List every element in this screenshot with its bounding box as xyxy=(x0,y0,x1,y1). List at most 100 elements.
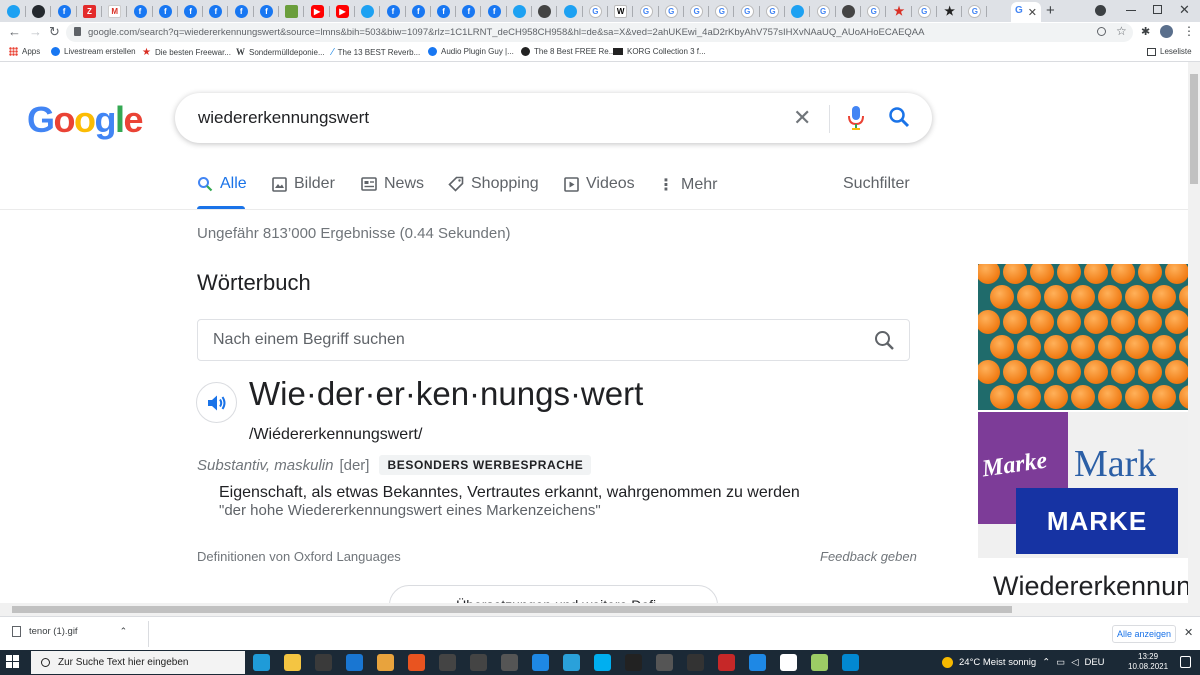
scrollbar-thumb[interactable] xyxy=(12,606,1012,613)
search-tools-button[interactable]: Suchfilter xyxy=(843,175,910,193)
close-window-icon[interactable]: ✕ xyxy=(1179,2,1190,18)
bookmark-audio-plugin-guy[interactable]: Audio Plugin Guy |... xyxy=(428,47,514,56)
tab-mehr[interactable]: ⋮ Mehr xyxy=(658,175,717,195)
chrome-icon[interactable] xyxy=(377,654,394,671)
browser-tab[interactable]: f xyxy=(432,2,455,20)
app-icon[interactable] xyxy=(842,654,859,671)
feedback-link[interactable]: Feedback geben xyxy=(820,549,917,564)
browser-tab[interactable]: G xyxy=(660,2,683,20)
search-input[interactable]: wiedererkennungswert xyxy=(198,108,369,128)
scrollbar-thumb[interactable] xyxy=(1190,74,1198,184)
reading-list[interactable]: Leseliste xyxy=(1147,47,1192,56)
tab-bilder[interactable]: Bilder xyxy=(272,175,335,193)
browser-tab[interactable] xyxy=(280,2,303,20)
browser-tab[interactable]: f xyxy=(53,2,76,20)
telegram-icon[interactable] xyxy=(563,654,580,671)
app-icon[interactable] xyxy=(439,654,456,671)
browser-tab[interactable]: ★ xyxy=(888,2,911,20)
download-item[interactable]: tenor (1).gif ⌃ xyxy=(12,626,127,637)
horizontal-scrollbar[interactable] xyxy=(0,603,1200,616)
tab-shopping[interactable]: Shopping xyxy=(448,175,539,193)
active-tab[interactable]: G ✕ xyxy=(1011,2,1041,22)
browser-tab[interactable] xyxy=(356,2,379,20)
google-logo[interactable]: Google xyxy=(27,99,144,141)
bookmark-freeware[interactable]: ★ Die besten Freewar... xyxy=(142,47,231,58)
knowledge-image-marke[interactable]: Marke Mark MARKE xyxy=(978,412,1190,558)
network-icon[interactable]: ▭ xyxy=(1056,657,1065,668)
taskbar-search[interactable]: Zur Suche Text hier eingeben xyxy=(31,651,245,674)
browser-tab[interactable]: G xyxy=(963,2,986,20)
app-icon[interactable] xyxy=(811,654,828,671)
tab-search-icon[interactable] xyxy=(1095,5,1106,16)
browser-tab[interactable] xyxy=(786,2,809,20)
browser-tab[interactable]: f xyxy=(204,2,227,20)
voice-search-icon[interactable] xyxy=(847,105,865,136)
mail-icon[interactable] xyxy=(346,654,363,671)
browser-tab[interactable]: f xyxy=(230,2,253,20)
browser-tab[interactable]: G xyxy=(812,2,835,20)
bookmark-livestream[interactable]: Livestream erstellen xyxy=(51,47,136,56)
tab-alle[interactable]: Alle xyxy=(197,175,247,193)
browser-tab[interactable]: f xyxy=(407,2,430,20)
file-explorer-icon[interactable] xyxy=(284,654,301,671)
tab-videos[interactable]: Videos xyxy=(564,175,635,193)
live-icon[interactable] xyxy=(501,654,518,671)
browser-tab[interactable]: G xyxy=(862,2,885,20)
chevron-up-icon[interactable]: ⌃ xyxy=(1042,657,1050,668)
bookmark-korg[interactable]: KORG Collection 3 f... xyxy=(613,47,706,56)
weather-text[interactable]: 24°C Meist sonnig xyxy=(959,657,1036,668)
app-icon[interactable] xyxy=(656,654,673,671)
back-icon[interactable]: ← xyxy=(8,24,21,39)
app-icon[interactable] xyxy=(687,654,704,671)
profile-avatar[interactable] xyxy=(1160,25,1173,38)
browser-tab[interactable]: f xyxy=(483,2,506,20)
app-icon[interactable] xyxy=(749,654,766,671)
browser-tab[interactable] xyxy=(27,2,50,20)
browser-tab[interactable]: G xyxy=(685,2,708,20)
browser-tab[interactable]: f xyxy=(255,2,278,20)
browser-tab[interactable] xyxy=(2,2,25,20)
browser-tab[interactable] xyxy=(533,2,556,20)
browser-tab[interactable] xyxy=(508,2,531,20)
search-box[interactable]: wiedererkennungswert ✕ xyxy=(175,93,932,143)
app-icon[interactable] xyxy=(718,654,735,671)
extensions-icon[interactable]: ✱ xyxy=(1141,25,1150,38)
chevron-up-icon[interactable]: ⌃ xyxy=(120,626,128,637)
bookmark-sondermuell[interactable]: W Sondermülldeponie... xyxy=(236,47,325,57)
app-icon[interactable] xyxy=(532,654,549,671)
windows-start-icon[interactable] xyxy=(6,655,20,669)
browser-tab[interactable]: f xyxy=(129,2,152,20)
close-tab-icon[interactable]: ✕ xyxy=(1028,6,1037,19)
restore-icon[interactable] xyxy=(1153,5,1162,14)
browser-tab[interactable]: G xyxy=(761,2,784,20)
browser-tab[interactable]: G xyxy=(736,2,759,20)
clock[interactable]: 13:29 10.08.2021 xyxy=(1128,652,1168,672)
browser-tab[interactable]: G xyxy=(913,2,936,20)
bookmark-best-free[interactable]: The 8 Best FREE Re... xyxy=(521,47,615,56)
browser-tab[interactable]: f xyxy=(382,2,405,20)
terminal-icon[interactable] xyxy=(625,654,642,671)
vertical-scrollbar[interactable] xyxy=(1188,62,1200,603)
ubuntu-icon[interactable] xyxy=(408,654,425,671)
browser-tab[interactable]: G xyxy=(584,2,607,20)
new-tab-button[interactable]: + xyxy=(1046,2,1055,19)
browser-tab[interactable]: G xyxy=(710,2,733,20)
skype-icon[interactable] xyxy=(594,654,611,671)
browser-tab[interactable] xyxy=(837,2,860,20)
app-icon[interactable] xyxy=(470,654,487,671)
edge-icon[interactable] xyxy=(253,654,270,671)
show-all-button[interactable]: Alle anzeigen xyxy=(1112,625,1176,643)
minimize-icon[interactable] xyxy=(1126,10,1136,11)
browser-tab[interactable]: f xyxy=(179,2,202,20)
reload-icon[interactable]: ↻ xyxy=(49,24,60,40)
tab-news[interactable]: News xyxy=(361,175,424,193)
dictionary-search-input[interactable]: Nach einem Begriff suchen xyxy=(197,319,910,361)
clear-search-icon[interactable]: ✕ xyxy=(793,105,811,131)
knowledge-image-cookies[interactable] xyxy=(978,264,1190,410)
app-icon[interactable] xyxy=(780,654,797,671)
browser-tab[interactable]: Z xyxy=(78,2,101,20)
browser-tab[interactable]: ▶ xyxy=(306,2,329,20)
language-indicator[interactable]: DEU xyxy=(1084,657,1104,668)
browser-tab[interactable]: G xyxy=(635,2,658,20)
browser-tab[interactable] xyxy=(559,2,582,20)
